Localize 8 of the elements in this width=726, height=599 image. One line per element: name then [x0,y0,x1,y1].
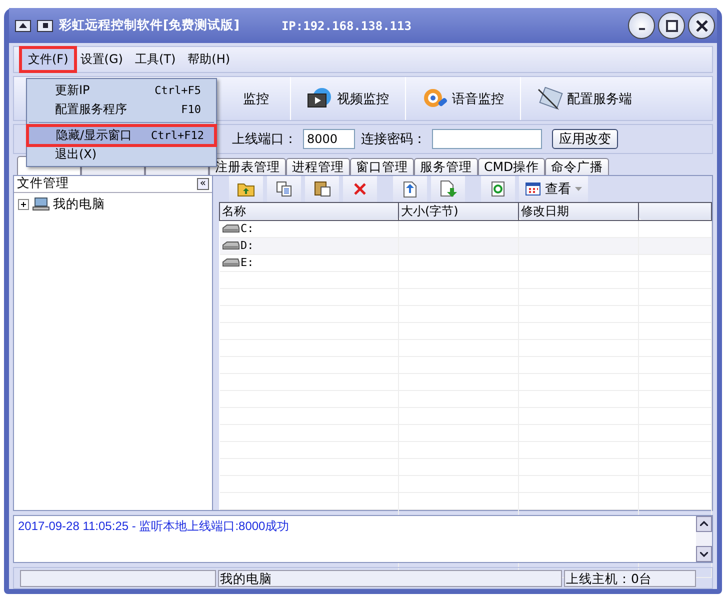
online-count: 上线主机：0台 [564,570,696,587]
panel-title: 文件管理 [17,175,69,192]
port-label: 上线端口： [232,130,297,148]
window-title: 彩虹远程控制软件[免费测试版] [59,17,240,34]
password-label: 连接密码： [361,130,426,148]
ip-address: IP:192.168.138.113 [281,18,412,32]
status-text: 我的电脑 [218,570,562,587]
log-line: 2017-09-28 11:05:25 - 监听本地上线端口:8000成功 [18,518,290,535]
